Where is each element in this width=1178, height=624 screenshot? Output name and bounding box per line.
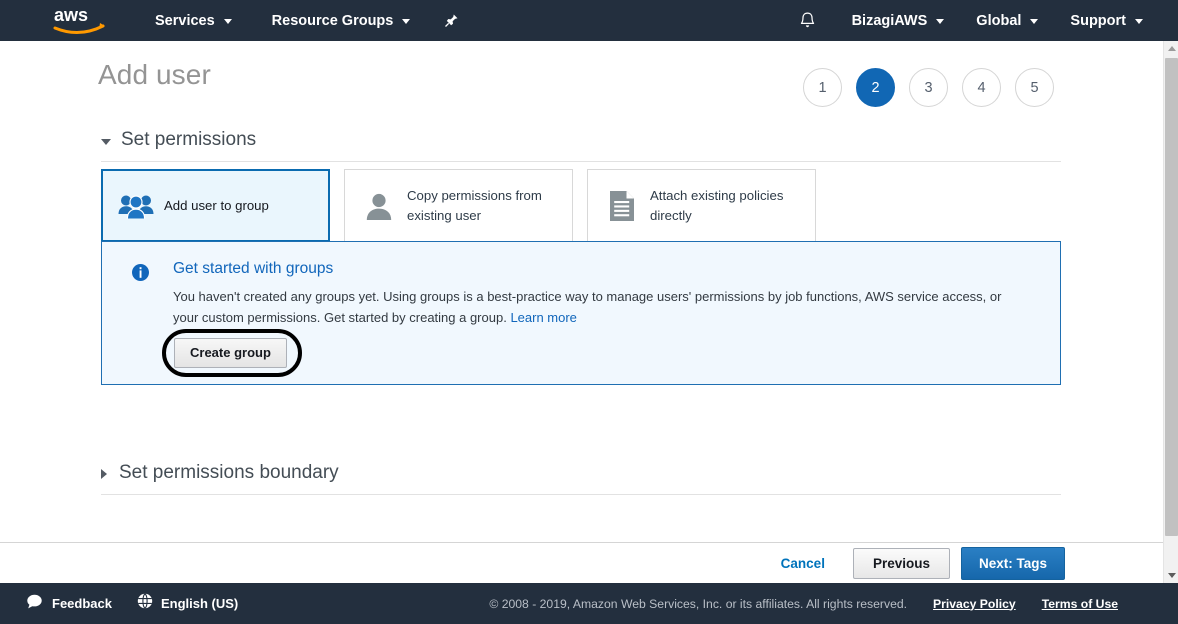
person-icon bbox=[359, 186, 399, 226]
set-permissions-boundary-section-header[interactable]: Set permissions boundary bbox=[101, 462, 1061, 495]
set-permissions-boundary-title: Set permissions boundary bbox=[119, 462, 339, 483]
nav-support-menu[interactable]: Support bbox=[1061, 0, 1152, 41]
wizard-action-bar: Cancel Previous Next: Tags bbox=[0, 542, 1163, 583]
nav-region-menu[interactable]: Global bbox=[967, 0, 1047, 41]
nav-account-menu[interactable]: BizagiAWS bbox=[843, 0, 954, 41]
step-indicator: 1 2 3 4 5 bbox=[803, 68, 1054, 107]
nav-region-label: Global bbox=[976, 12, 1022, 29]
cancel-button[interactable]: Cancel bbox=[781, 556, 825, 571]
vertical-scrollbar[interactable] bbox=[1163, 41, 1178, 583]
info-panel-body-text: You haven't created any groups yet. Usin… bbox=[173, 289, 1002, 325]
triangle-down-icon bbox=[101, 139, 111, 145]
chevron-down-icon bbox=[223, 19, 232, 24]
chevron-down-icon bbox=[1135, 19, 1143, 24]
step-3[interactable]: 3 bbox=[909, 68, 948, 107]
bell-glyph bbox=[800, 12, 815, 28]
info-panel-body: You haven't created any groups yet. Usin… bbox=[173, 286, 1028, 328]
option-add-user-to-group[interactable]: Add user to group bbox=[101, 169, 330, 242]
svg-text:aws: aws bbox=[54, 5, 88, 25]
triangle-up-glyph bbox=[1167, 46, 1176, 51]
info-panel-title[interactable]: Get started with groups bbox=[173, 260, 333, 278]
privacy-policy-link[interactable]: Privacy Policy bbox=[933, 597, 1016, 611]
step-4[interactable]: 4 bbox=[962, 68, 1001, 107]
nav-primary-links: Services Resource Groups bbox=[146, 0, 461, 41]
scroll-down-arrow-icon[interactable] bbox=[1164, 568, 1178, 583]
page-content: Add user 1 2 3 4 5 Set permissions Add u… bbox=[0, 41, 1163, 583]
triangle-right-icon bbox=[101, 469, 107, 479]
chevron-down-icon bbox=[936, 19, 945, 24]
copyright-text: © 2008 - 2019, Amazon Web Services, Inc.… bbox=[489, 596, 908, 611]
speech-bubble-glyph bbox=[27, 594, 42, 608]
document-glyph bbox=[610, 190, 634, 221]
step-1[interactable]: 1 bbox=[803, 68, 842, 107]
option-copy-permissions[interactable]: Copy permissions from existing user bbox=[344, 169, 573, 242]
get-started-info-panel: Get started with groups You haven't crea… bbox=[101, 241, 1061, 385]
document-icon bbox=[602, 186, 642, 226]
page-title: Add user bbox=[98, 59, 211, 90]
option-copy-permissions-label: Copy permissions from existing user bbox=[407, 188, 542, 223]
set-permissions-title: Set permissions bbox=[121, 129, 257, 150]
globe-icon bbox=[137, 593, 153, 614]
scrollbar-thumb[interactable] bbox=[1165, 58, 1178, 536]
aws-logo-icon: aws bbox=[53, 5, 105, 34]
group-users-glyph bbox=[118, 194, 154, 218]
bell-icon[interactable] bbox=[795, 7, 821, 35]
option-attach-policies[interactable]: Attach existing policies directly bbox=[587, 169, 816, 242]
group-users-icon bbox=[116, 186, 156, 226]
permission-option-cards: Add user to group Copy permissions from … bbox=[101, 169, 816, 242]
learn-more-link[interactable]: Learn more bbox=[510, 310, 576, 325]
nav-secondary-links: BizagiAWS Global Support bbox=[795, 0, 1152, 41]
aws-logo[interactable]: aws bbox=[52, 4, 108, 38]
info-circle-icon bbox=[132, 264, 149, 281]
top-navigation-bar: aws Services Resource Groups BizagiAWS G… bbox=[0, 0, 1178, 41]
previous-button[interactable]: Previous bbox=[852, 547, 950, 579]
speech-bubble-icon bbox=[26, 594, 43, 614]
scroll-up-arrow-icon[interactable] bbox=[1164, 41, 1178, 56]
nav-services-menu[interactable]: Services bbox=[146, 0, 241, 41]
pin-icon[interactable] bbox=[441, 11, 461, 31]
nav-account-label: BizagiAWS bbox=[851, 12, 928, 29]
info-circle-glyph bbox=[132, 264, 149, 281]
language-selector[interactable]: English (US) bbox=[137, 593, 238, 614]
feedback-label: Feedback bbox=[52, 596, 112, 611]
terms-of-use-link[interactable]: Terms of Use bbox=[1042, 597, 1118, 611]
page-footer: Feedback English (US) © 2008 - 2019, Ama… bbox=[0, 583, 1178, 624]
feedback-button[interactable]: Feedback bbox=[26, 594, 112, 614]
pin-glyph bbox=[444, 14, 458, 27]
next-tags-button[interactable]: Next: Tags bbox=[960, 546, 1065, 580]
create-group-area: Create group bbox=[162, 329, 302, 377]
step-5[interactable]: 5 bbox=[1015, 68, 1054, 107]
language-label: English (US) bbox=[160, 596, 239, 611]
person-glyph bbox=[366, 193, 392, 220]
set-permissions-section-header[interactable]: Set permissions bbox=[101, 129, 1061, 162]
chevron-down-icon bbox=[1030, 19, 1039, 24]
chevron-down-icon bbox=[402, 19, 411, 24]
create-group-button[interactable]: Create group bbox=[174, 338, 287, 368]
nav-support-label: Support bbox=[1070, 12, 1126, 29]
option-attach-policies-label: Attach existing policies directly bbox=[650, 188, 784, 223]
nav-resource-groups-label: Resource Groups bbox=[271, 12, 394, 29]
nav-services-label: Services bbox=[155, 12, 215, 29]
option-add-user-to-group-label: Add user to group bbox=[164, 197, 269, 213]
step-2[interactable]: 2 bbox=[856, 68, 895, 107]
globe-glyph bbox=[137, 593, 153, 609]
triangle-down-glyph bbox=[1167, 573, 1176, 578]
nav-resource-groups-menu[interactable]: Resource Groups bbox=[263, 0, 420, 41]
